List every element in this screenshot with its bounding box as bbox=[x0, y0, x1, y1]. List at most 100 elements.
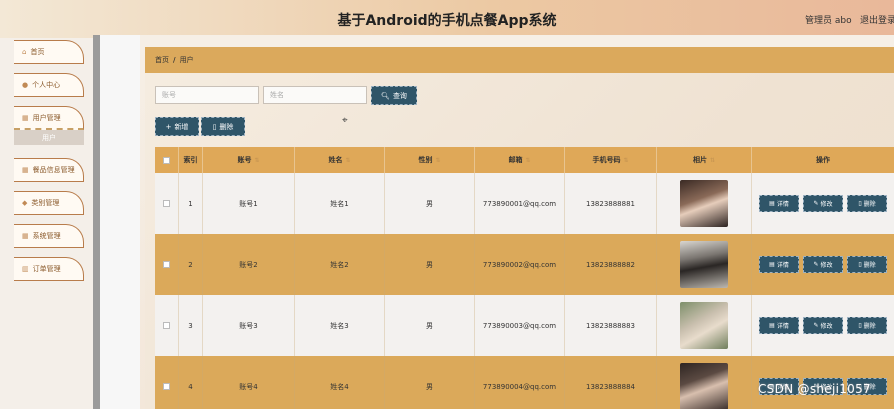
breadcrumb-current: 用户 bbox=[179, 56, 194, 64]
edit-button[interactable]: ✎ 修改 bbox=[803, 256, 843, 273]
account-search-input[interactable]: 账号 bbox=[155, 86, 259, 104]
detail-button[interactable]: ▤ 详情 bbox=[759, 256, 799, 273]
sidebar-scrollbar[interactable] bbox=[93, 35, 100, 409]
sidebar-item-orders[interactable]: ▥ 订单管理 bbox=[14, 257, 84, 281]
cell-email: 773890004@qq.com bbox=[475, 356, 565, 409]
sidebar-item-system[interactable]: ▦ 系统管理 bbox=[14, 224, 84, 248]
search-button[interactable]: 🔍︎ 查询 bbox=[371, 86, 417, 105]
cell-name: 姓名4 bbox=[295, 356, 385, 409]
cell-index: 4 bbox=[179, 356, 203, 409]
sort-icon[interactable]: ⇅ bbox=[254, 157, 259, 164]
user-label: 管理员 abo bbox=[805, 16, 852, 26]
cell-gender: 男 bbox=[385, 356, 475, 409]
logout-link[interactable]: 退出登录 bbox=[860, 13, 894, 26]
user-photo bbox=[680, 302, 728, 349]
sort-icon[interactable]: ⇅ bbox=[623, 157, 628, 164]
name-search-input[interactable]: 姓名 bbox=[263, 86, 367, 104]
sort-icon[interactable]: ⇅ bbox=[710, 157, 715, 164]
col-photo[interactable]: 相片 ⇅ bbox=[657, 147, 752, 173]
plus-icon: + bbox=[165, 122, 172, 131]
table-row: 2 账号2 姓名2 男 773890002@qq.com 13823888882… bbox=[155, 234, 894, 295]
sidebar-item-home[interactable]: ⌂ 首页 bbox=[14, 40, 84, 64]
row-checkbox[interactable] bbox=[163, 322, 170, 329]
sidebar-item-dishes[interactable]: ▦ 餐品信息管理 bbox=[14, 158, 84, 182]
cell-gender: 男 bbox=[385, 234, 475, 295]
document-icon: ▤ bbox=[769, 322, 775, 329]
cell-phone: 13823888883 bbox=[565, 295, 657, 356]
col-gender[interactable]: 性别 ⇅ bbox=[385, 147, 475, 173]
row-checkbox[interactable] bbox=[163, 261, 170, 268]
grid-icon: ▦ bbox=[22, 166, 29, 174]
cell-index: 3 bbox=[179, 295, 203, 356]
add-button[interactable]: + 新增 bbox=[155, 117, 199, 136]
cell-index: 1 bbox=[179, 173, 203, 234]
search-icon: 🔍︎ bbox=[381, 91, 390, 100]
cell-email: 773890001@qq.com bbox=[475, 173, 565, 234]
top-bar: 基于Android的手机点餐App系统 管理员 abo 退出登录 bbox=[0, 0, 894, 38]
breadcrumb-home[interactable]: 首页 bbox=[155, 55, 169, 65]
watermark: CSDN @sheji1057 bbox=[758, 382, 871, 396]
grid-icon: ▦ bbox=[22, 113, 29, 122]
person-icon: ● bbox=[22, 81, 29, 89]
cell-email: 773890002@qq.com bbox=[475, 234, 565, 295]
delete-button[interactable]: ▯ 删除 bbox=[847, 195, 887, 212]
pencil-icon: ✎ bbox=[813, 322, 819, 329]
edit-button[interactable]: ✎ 修改 bbox=[803, 195, 843, 212]
app-title: 基于Android的手机点餐App系统 bbox=[337, 13, 557, 29]
batch-delete-button[interactable]: ▯ 删除 bbox=[201, 117, 245, 136]
col-actions: 操作 bbox=[816, 156, 830, 164]
home-icon: ⌂ bbox=[22, 48, 27, 56]
col-email[interactable]: 邮箱 ⇅ bbox=[475, 147, 565, 173]
cell-index: 2 bbox=[179, 234, 203, 295]
document-icon: ▤ bbox=[769, 261, 775, 268]
table-row: 1 账号1 姓名1 男 773890001@qq.com 13823888881… bbox=[155, 173, 894, 234]
delete-button[interactable]: ▯ 删除 bbox=[847, 317, 887, 334]
cell-account: 账号3 bbox=[203, 295, 295, 356]
cell-email: 773890003@qq.com bbox=[475, 295, 565, 356]
breadcrumb: 首页 / 用户 bbox=[145, 47, 894, 73]
cell-name: 姓名1 bbox=[295, 173, 385, 234]
cell-phone: 13823888881 bbox=[565, 173, 657, 234]
cell-name: 姓名3 bbox=[295, 295, 385, 356]
trash-icon: ▯ bbox=[212, 122, 217, 131]
user-photo bbox=[680, 241, 728, 288]
user-photo bbox=[680, 363, 728, 409]
trash-icon: ▯ bbox=[858, 200, 862, 207]
cell-phone: 13823888884 bbox=[565, 356, 657, 409]
sidebar-item-categories[interactable]: ◆ 类别管理 bbox=[14, 191, 84, 215]
detail-button[interactable]: ▤ 详情 bbox=[759, 317, 799, 334]
cell-gender: 男 bbox=[385, 173, 475, 234]
detail-button[interactable]: ▤ 详情 bbox=[759, 195, 799, 212]
select-all-checkbox-cell[interactable] bbox=[155, 147, 179, 173]
user-photo bbox=[680, 180, 728, 227]
checkbox[interactable] bbox=[163, 156, 170, 164]
cell-account: 账号2 bbox=[203, 234, 295, 295]
row-checkbox[interactable] bbox=[163, 383, 170, 390]
pencil-icon: ✎ bbox=[813, 261, 819, 268]
pencil-icon: ✎ bbox=[813, 200, 819, 207]
mouse-cursor-icon: ⌖ bbox=[342, 115, 348, 126]
grid-icon: ▦ bbox=[22, 232, 29, 240]
sort-icon[interactable]: ⇅ bbox=[345, 157, 350, 164]
cell-name: 姓名2 bbox=[295, 234, 385, 295]
cell-account: 账号4 bbox=[203, 356, 295, 409]
col-name[interactable]: 姓名 ⇅ bbox=[295, 147, 385, 173]
cell-gender: 男 bbox=[385, 295, 475, 356]
sort-icon[interactable]: ⇅ bbox=[435, 157, 440, 164]
document-icon: ▤ bbox=[769, 200, 775, 207]
table-row: 3 账号3 姓名3 男 773890003@qq.com 13823888883… bbox=[155, 295, 894, 356]
gutter bbox=[100, 35, 140, 409]
sort-icon[interactable]: ⇅ bbox=[525, 157, 530, 164]
sidebar-subitem-user[interactable]: 用户 bbox=[14, 130, 84, 145]
sidebar-item-profile[interactable]: ● 个人中心 bbox=[14, 73, 84, 97]
col-account[interactable]: 账号 ⇅ bbox=[203, 147, 295, 173]
table-header: 索引 账号 ⇅ 姓名 ⇅ 性别 ⇅ 邮箱 ⇅ 手机号码 ⇅ 相片 ⇅ 操作 bbox=[155, 147, 894, 173]
pin-icon: ◆ bbox=[22, 199, 28, 207]
edit-button[interactable]: ✎ 修改 bbox=[803, 317, 843, 334]
cell-phone: 13823888882 bbox=[565, 234, 657, 295]
row-checkbox[interactable] bbox=[163, 200, 170, 207]
col-phone[interactable]: 手机号码 ⇅ bbox=[565, 147, 657, 173]
delete-button[interactable]: ▯ 删除 bbox=[847, 256, 887, 273]
sidebar-item-users[interactable]: ▦ 用户管理 bbox=[14, 106, 84, 130]
breadcrumb-separator: / bbox=[173, 56, 176, 64]
